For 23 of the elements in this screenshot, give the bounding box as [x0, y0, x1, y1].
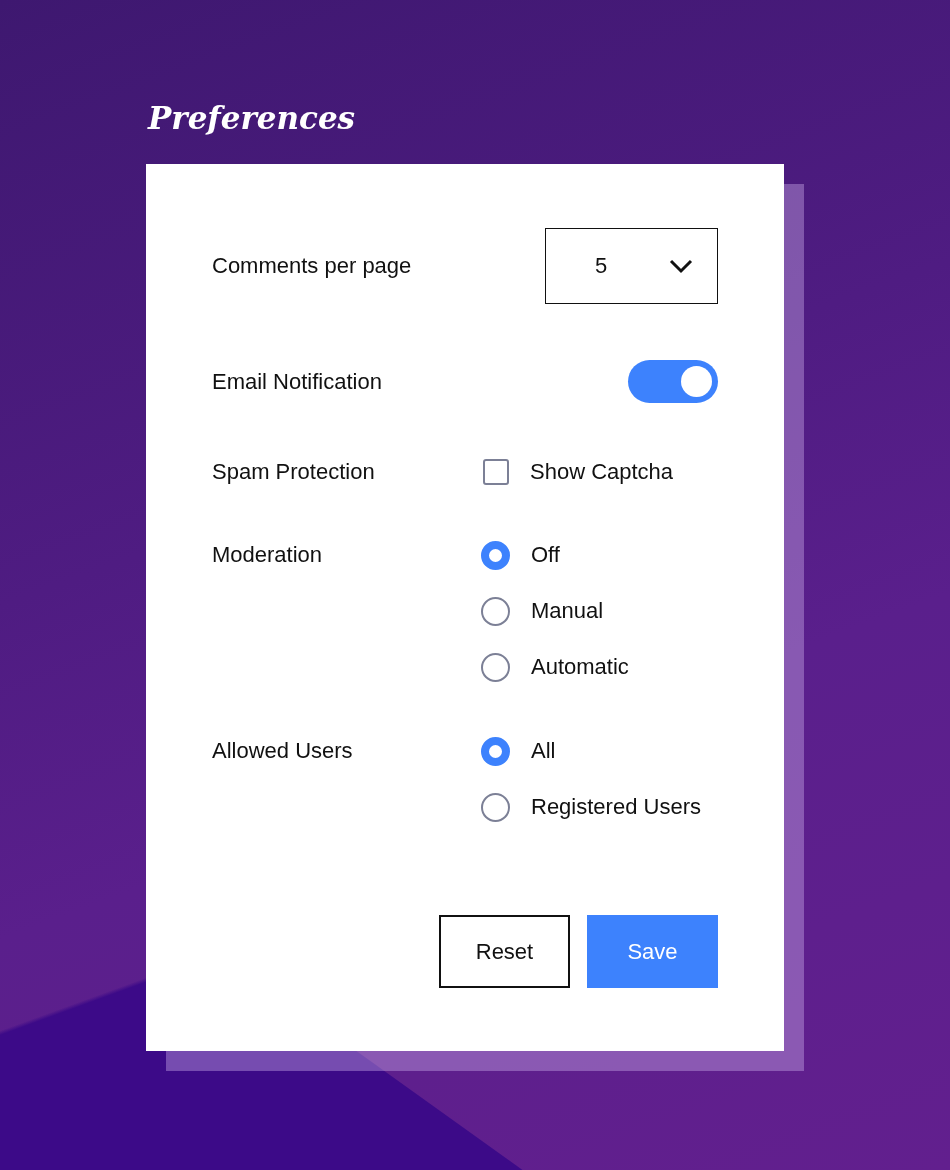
- chevron-down-icon: [669, 258, 693, 274]
- radio-button[interactable]: [481, 736, 510, 766]
- checkbox-label: Show Captcha: [530, 459, 674, 485]
- radio-label: Automatic: [531, 654, 629, 680]
- radio-label: Off: [531, 542, 560, 568]
- setting-label: Allowed Users: [212, 737, 354, 765]
- save-button[interactable]: Save: [587, 915, 718, 988]
- dropdown[interactable]: 5: [545, 228, 718, 304]
- reset-button[interactable]: Reset: [439, 915, 570, 988]
- radio-label: Registered Users: [531, 794, 701, 820]
- radio-button[interactable]: [481, 792, 510, 822]
- radio-label: Manual: [531, 598, 604, 624]
- setting-label: Spam Protection: [212, 458, 376, 486]
- radio-button[interactable]: [481, 652, 510, 682]
- radio-label: All: [531, 738, 556, 764]
- page-title: Preferences: [148, 99, 356, 138]
- toggle-switch[interactable]: [628, 360, 718, 403]
- setting-label: Comments per page: [212, 252, 413, 280]
- checkbox[interactable]: [483, 459, 509, 485]
- setting-label: Email Notification: [212, 367, 383, 396]
- radio-button[interactable]: [481, 540, 510, 570]
- setting-label: Moderation: [212, 541, 324, 569]
- radio-button[interactable]: [481, 596, 510, 626]
